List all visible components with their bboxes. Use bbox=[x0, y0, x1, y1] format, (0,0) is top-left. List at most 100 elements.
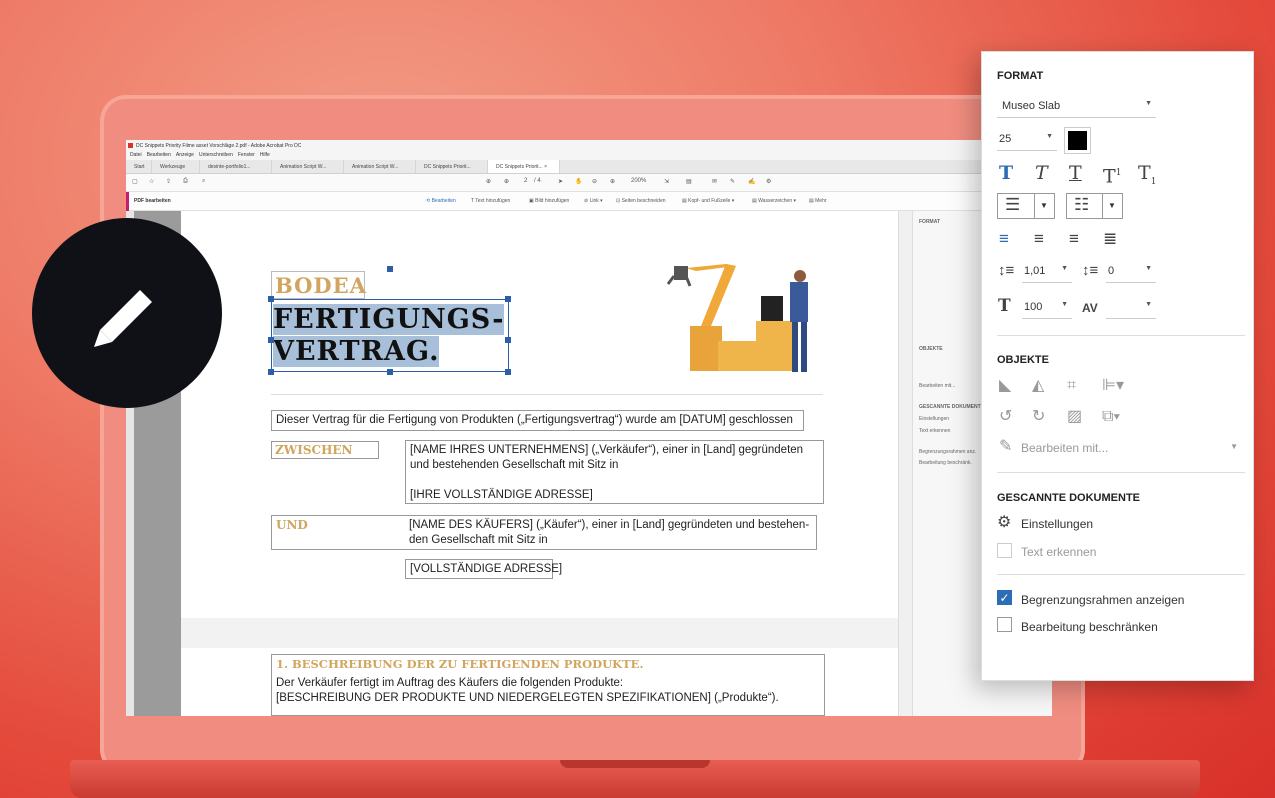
prev-page-icon[interactable]: ⊕ bbox=[486, 178, 491, 185]
menu-anzeige[interactable]: Anzeige bbox=[176, 152, 194, 160]
align-objects-icon[interactable]: ⊫▾ bbox=[1102, 378, 1124, 394]
recognize-text-checkbox[interactable] bbox=[997, 543, 1012, 558]
bold-icon[interactable]: T bbox=[999, 164, 1013, 183]
character-spacing-dropdown[interactable]: ▼ bbox=[1106, 299, 1156, 319]
rotate-left-icon[interactable]: ↺ bbox=[999, 409, 1012, 425]
text-color-picker[interactable] bbox=[1064, 127, 1091, 154]
brand-text[interactable]: BODEA bbox=[271, 271, 366, 299]
add-text-button[interactable]: T Text hinzufügen bbox=[471, 198, 510, 204]
arrange-icon[interactable]: ⧉▾ bbox=[1102, 409, 1120, 425]
stamp-icon[interactable]: ⚙ bbox=[766, 178, 771, 185]
subscript-icon[interactable]: T1 bbox=[1138, 164, 1156, 190]
add-image-button[interactable]: ▣ Bild hinzufügen bbox=[529, 198, 569, 204]
link-label: Link bbox=[589, 198, 599, 204]
fit-icon[interactable]: ⇲ bbox=[664, 178, 669, 185]
edit-button[interactable]: ⟲ Bearbeiten bbox=[426, 198, 456, 204]
menu-unterschreiben[interactable]: Unterschreiben bbox=[199, 152, 233, 160]
zoom-in-icon[interactable]: ⊕ bbox=[610, 178, 615, 185]
resize-handle-tl[interactable] bbox=[268, 296, 274, 302]
mini-bounding[interactable]: Begrenzungsrahmen anz. bbox=[919, 449, 976, 455]
align-left-icon[interactable]: ≡ bbox=[999, 230, 1009, 247]
zoom-level[interactable]: 200% bbox=[631, 178, 646, 184]
resize-handle-l[interactable] bbox=[268, 337, 274, 343]
resize-handle-bl[interactable] bbox=[268, 369, 274, 375]
flip-vertical-icon[interactable]: ◣ bbox=[999, 378, 1011, 394]
tab-doc-1[interactable]: desinte-portfolio1... bbox=[200, 160, 272, 173]
save-icon[interactable]: ▢ bbox=[132, 178, 138, 185]
edit-with-dropdown[interactable]: ✎ Bearbeiten mit... ▼ bbox=[997, 439, 1242, 459]
and-box[interactable]: UND [NAME DES KÄUFERS] („Käufer“), einer… bbox=[271, 515, 817, 550]
line-spacing-dropdown[interactable]: 1,01 ▼ bbox=[1022, 263, 1072, 283]
link-button[interactable]: ⊘ Link ▾ bbox=[584, 198, 603, 204]
menu-fenster[interactable]: Fenster bbox=[238, 152, 255, 160]
replace-image-icon[interactable]: ▨ bbox=[1067, 409, 1082, 425]
tab-tools[interactable]: Werkzeuge bbox=[152, 160, 200, 173]
justify-icon[interactable]: ≣ bbox=[1103, 230, 1117, 247]
page-current[interactable]: 2 bbox=[524, 178, 527, 184]
recognize-text-option[interactable]: Text erkennen bbox=[997, 542, 1197, 562]
title-line-1[interactable]: FERTIGUNGS- bbox=[273, 304, 505, 335]
italic-icon[interactable]: T bbox=[1035, 164, 1048, 183]
horizontal-scale-dropdown[interactable]: 100 ▼ bbox=[1022, 299, 1072, 319]
more-button[interactable]: ▤ Mehr bbox=[809, 198, 827, 204]
search-icon[interactable]: ⌕ bbox=[202, 178, 205, 185]
paragraph-spacing-dropdown[interactable]: 0 ▼ bbox=[1106, 263, 1156, 283]
menu-hilfe[interactable]: Hilfe bbox=[260, 152, 270, 160]
numbered-list-dropdown[interactable]: ☷ ▼ bbox=[1066, 193, 1123, 219]
hand-icon[interactable]: ✋ bbox=[575, 178, 582, 185]
tab-doc-4[interactable]: DC Snippets Priorit... bbox=[416, 160, 488, 173]
tab-start[interactable]: Start bbox=[126, 160, 152, 173]
crop-icon[interactable]: ⌗ bbox=[1067, 378, 1076, 394]
tab-doc-active[interactable]: DC Snippets Priorit... × bbox=[488, 160, 560, 173]
bounding-box-option[interactable]: ✓ Begrenzungsrahmen anzeigen bbox=[997, 589, 1237, 609]
title-line-2[interactable]: VERTRAG. bbox=[273, 336, 440, 367]
watermark-label: Wasserzeichen bbox=[758, 198, 793, 204]
underline-icon[interactable]: T bbox=[1069, 164, 1082, 183]
menu-bearbeiten[interactable]: Bearbeiten bbox=[147, 152, 171, 160]
between-label[interactable]: ZWISCHEN bbox=[271, 441, 379, 459]
resize-handle-br[interactable] bbox=[505, 369, 511, 375]
crop-pages-button[interactable]: ⊡ Seiten beschneiden bbox=[616, 198, 666, 204]
print-icon[interactable]: ⎙ bbox=[183, 178, 188, 185]
font-family-dropdown[interactable]: Museo Slab ▼ bbox=[997, 98, 1156, 118]
superscript-icon[interactable]: T1 bbox=[1103, 165, 1121, 186]
vertical-scrollbar[interactable] bbox=[898, 211, 912, 716]
resize-handle-tr[interactable] bbox=[505, 296, 511, 302]
font-size-dropdown[interactable]: 25 ▼ bbox=[997, 131, 1057, 151]
next-page-icon[interactable]: ⊕ bbox=[504, 178, 509, 185]
restrict-editing-option[interactable]: Bearbeitung beschränken bbox=[997, 616, 1237, 636]
watermark-button[interactable]: ▤ Wasserzeichen ▾ bbox=[752, 198, 796, 204]
bullet-list-dropdown[interactable]: ☰ ▼ bbox=[997, 193, 1055, 219]
tab-doc-3[interactable]: Animation Script W... bbox=[344, 160, 416, 173]
resize-handle-bottom[interactable] bbox=[387, 369, 393, 375]
and-address[interactable]: [VOLLSTÄNDIGE ADRESSE] bbox=[405, 559, 562, 579]
resize-handle-r[interactable] bbox=[505, 337, 511, 343]
comment-icon[interactable]: ✉ bbox=[712, 178, 717, 185]
bounding-box-checkbox[interactable]: ✓ bbox=[997, 590, 1012, 605]
highlight-icon[interactable]: ✎ bbox=[730, 178, 735, 185]
mini-recognize[interactable]: Text erkennen bbox=[919, 428, 950, 434]
menu-datei[interactable]: Datei bbox=[130, 152, 142, 160]
restrict-editing-checkbox[interactable] bbox=[997, 617, 1012, 632]
flip-horizontal-icon[interactable]: ◭ bbox=[1032, 378, 1044, 394]
zoom-out-icon[interactable]: ⊖ bbox=[592, 178, 597, 185]
mini-restrict[interactable]: Bearbeitung beschränk. bbox=[919, 460, 972, 466]
sign-icon[interactable]: ✍ bbox=[748, 178, 755, 185]
align-right-icon[interactable]: ≡ bbox=[1069, 230, 1079, 247]
resize-handle-top[interactable] bbox=[387, 266, 393, 272]
scroll-mode-icon[interactable]: ▤ bbox=[686, 178, 692, 185]
align-center-icon[interactable]: ≡ bbox=[1034, 230, 1044, 247]
select-icon[interactable]: ➤ bbox=[558, 178, 563, 185]
rotate-right-icon[interactable]: ↻ bbox=[1032, 409, 1045, 425]
factory-illustration[interactable] bbox=[656, 256, 826, 376]
tab-doc-2[interactable]: Animation Script W... bbox=[272, 160, 344, 173]
section1-box[interactable]: 1. BESCHREIBUNG DER ZU FERTIGENDEN PRODU… bbox=[271, 654, 825, 716]
star-icon[interactable]: ☆ bbox=[149, 178, 154, 185]
header-footer-button[interactable]: ▤ Kopf- und Fußzeile ▾ bbox=[682, 198, 734, 204]
mini-edit-with[interactable]: Bearbeiten mit... bbox=[919, 383, 955, 389]
mini-settings[interactable]: Einstellungen bbox=[919, 416, 949, 422]
intro-text[interactable]: Dieser Vertrag für die Fertigung von Pro… bbox=[271, 410, 804, 431]
settings-button[interactable]: ⚙ Einstellungen bbox=[997, 514, 1197, 534]
upload-icon[interactable]: ⇪ bbox=[166, 178, 171, 185]
between-box[interactable]: [NAME IHRES UNTERNEHMENS] („Verkäufer“),… bbox=[405, 440, 824, 504]
